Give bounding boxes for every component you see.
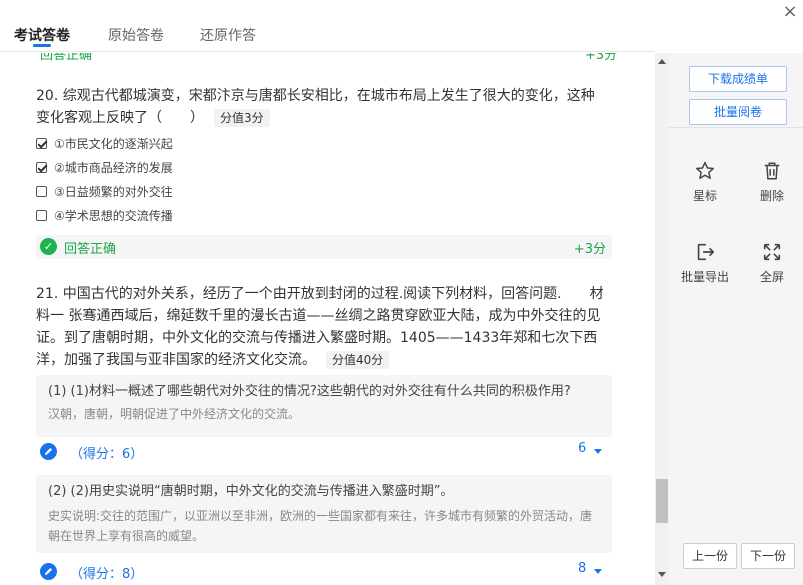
subquestion-1-scoring: （得分：6） 6 [36,439,612,465]
delete-button[interactable]: 删除 [742,160,802,204]
question-20-stem: 20. 综观古代都城演变，宋都汴京与唐都长安相比，在城市布局上发生了很大的变化，… [36,88,595,126]
checkbox-checked-icon[interactable] [36,138,47,149]
star-button[interactable]: 星标 [675,160,735,204]
star-label: 星标 [675,187,735,204]
score-select[interactable]: 8 [578,561,586,576]
option-label: ④学术思想的交流传播 [54,207,173,224]
score-select[interactable]: 6 [578,441,586,456]
question-20-text: 20. 综观古代都城演变，宋都汴京与唐都长安相比，在城市布局上发生了很大的变化，… [36,85,608,129]
score-label: （得分：6） [70,443,143,462]
option-label: ①市民文化的逐渐兴起 [54,135,173,152]
batch-export-button[interactable]: 批量导出 [675,241,735,285]
chevron-down-icon[interactable] [594,569,602,574]
batch-review-button[interactable]: 批量阅卷 [689,99,787,125]
chevron-down-icon[interactable] [594,449,602,454]
option-label: ②城市商品经济的发展 [54,159,173,176]
active-tab-indicator [33,44,51,47]
delete-label: 删除 [742,187,802,204]
close-icon[interactable]: × [780,2,800,22]
trash-icon [761,160,783,182]
subquestion-title: (2) (2)用史实说明“唐朝时期，中外文化的交流与传播进入繁盛时期”。 [48,483,453,501]
question-21-text: 21. 中国古代的对外关系，经历了一个由开放到封闭的过程.阅读下列材料，回答问题… [36,283,608,371]
result-score: +3分 [574,238,606,257]
download-transcript-button[interactable]: 下载成绩单 [689,66,787,92]
question-20-score-tag: 分值3分 [214,109,270,127]
subquestion-2-scoring: （得分：8） 8 [36,559,612,585]
next-paper-button[interactable]: 下一份 [741,543,795,569]
subquestion-title: (1) (1)材料一概述了哪些朝代对外交往的情况?这些朝代的对外交往有什么共同的… [48,383,571,401]
panel-divider [669,127,803,128]
subquestion-2: (2) (2)用史实说明“唐朝时期，中外文化的交流与传播进入繁盛时期”。 史实说… [36,475,612,553]
fullscreen-label: 全屏 [742,268,802,285]
scroll-down-arrow-icon[interactable] [658,572,666,577]
export-label: 批量导出 [675,268,735,285]
option-4[interactable]: ④学术思想的交流传播 [36,206,173,224]
score-label: （得分：8） [70,563,143,582]
tab-bar: 考试答卷 原始答卷 还原作答 [0,0,655,52]
result-text: 回答正确 [64,238,116,257]
exam-review-window: 考试答卷 原始答卷 还原作答 × 回答正确 +3分 20. 综观古代都城演变，宋… [0,0,803,585]
previous-result-score: +3分 [585,53,617,63]
previous-paper-button[interactable]: 上一份 [683,543,737,569]
action-panel: 下载成绩单 批量阅卷 星标 删除 批量导出 全屏 上一份 下一份 [669,53,803,585]
subquestion-1: (1) (1)材料一概述了哪些朝代对外交往的情况?这些朝代的对外交往有什么共同的… [36,375,612,437]
scroll-up-arrow-icon[interactable] [658,59,666,64]
content-scrollbar[interactable] [655,53,669,585]
checkbox-checked-icon[interactable] [36,162,47,173]
tab-exam-answers[interactable]: 考试答卷 [14,25,70,45]
check-circle-icon: ✓ [40,238,57,255]
question-21-stem: 21. 中国古代的对外关系，经历了一个由开放到封闭的过程.阅读下列材料，回答问题… [36,286,604,368]
option-1[interactable]: ①市民文化的逐渐兴起 [36,134,173,152]
answer-sheet-content: 回答正确 +3分 20. 综观古代都城演变，宋都汴京与唐都长安相比，在城市布局上… [0,53,655,585]
subquestion-answer: 汉朝，唐朝，明朝促进了中外经济文化的交流。 [48,404,603,424]
fullscreen-button[interactable]: 全屏 [742,241,802,285]
checkbox-icon[interactable] [36,186,47,197]
tab-original-answers[interactable]: 原始答卷 [108,25,164,45]
checkbox-icon[interactable] [36,210,47,221]
question-20-result: ✓ 回答正确 +3分 [36,235,612,259]
star-icon [694,160,716,182]
option-3[interactable]: ③日益频繁的对外交往 [36,182,173,200]
fullscreen-icon [761,241,783,263]
edit-pencil-icon[interactable] [40,443,57,460]
option-label: ③日益频繁的对外交往 [54,183,173,200]
tab-restore-answers[interactable]: 还原作答 [200,25,256,45]
previous-result-text: 回答正确 [40,53,92,63]
question-21-score-tag: 分值40分 [326,351,389,369]
option-2[interactable]: ②城市商品经济的发展 [36,158,173,176]
edit-pencil-icon[interactable] [40,563,57,580]
export-icon [694,241,716,263]
scrollbar-thumb[interactable] [656,479,668,523]
subquestion-answer: 史实说明:交往的范围广，以亚洲以至非洲，欧洲的一些国家都有来往，许多城市有频繁的… [48,506,603,546]
